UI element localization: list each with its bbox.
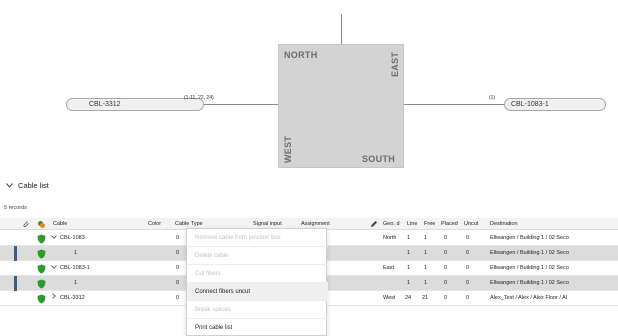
green-shield-icon [37, 249, 46, 259]
right-fiber-range: (1) [489, 95, 496, 101]
selection-bar [14, 246, 17, 261]
cell-geo: North [383, 235, 397, 241]
cell-destination: Ellwangen / Building 1 / 02 Seco [490, 235, 569, 241]
col-color[interactable]: Color [148, 218, 161, 230]
cable-list-toggle[interactable]: Cable list [6, 181, 49, 190]
cable-name: CBL-1083 [60, 235, 85, 241]
cell-line: 1 [407, 265, 411, 271]
cable-node-right[interactable]: CBL-1083-1 [504, 98, 606, 111]
col-line[interactable]: Line [407, 218, 417, 230]
cell-free: 1 [424, 280, 428, 286]
south-label: SOUTH [362, 154, 395, 164]
cell-placed: 0 [444, 265, 448, 271]
cell-uncut: 0 [466, 265, 470, 271]
cell-uncut: 0 [466, 235, 470, 241]
cell-line: 24 [405, 295, 412, 301]
attach-icon[interactable] [22, 218, 30, 230]
green-shield-icon [37, 294, 46, 304]
cell-color: 0 [176, 250, 180, 256]
chevron-down-icon [6, 181, 13, 190]
north-label: NORTH [284, 50, 318, 60]
chevron-right-icon[interactable] [52, 291, 56, 306]
closure-diagram: CBL-3312 (1-11, 22, 24) CBL-1083-1 (1) N… [0, 0, 618, 172]
cell-destination: Ellwangen / Building 1 / 02 Seco [490, 250, 569, 256]
cell-geo: East [383, 265, 395, 271]
cell-free: 1 [424, 265, 428, 271]
fiber-number: 1 [74, 250, 78, 256]
cable-name: CBL-3312 [60, 295, 85, 301]
cell-uncut: 0 [466, 280, 470, 286]
context-menu: Remove cable from junction box Delete ca… [186, 228, 328, 336]
cell-color: 0 [176, 235, 180, 241]
cell-placed: 0 [444, 280, 448, 286]
cable-name: CBL-1083-1 [60, 265, 90, 271]
col-cable[interactable]: Cable [53, 218, 67, 230]
section-title: Cable list [18, 181, 49, 190]
cell-line: 1 [407, 280, 411, 286]
green-shield-icon [37, 234, 46, 244]
col-placed[interactable]: Placed [441, 218, 463, 230]
cell-color: 0 [176, 265, 180, 271]
fiber-number: 1 [74, 280, 78, 286]
cell-destination: Ellwangen / Building 1 / 02 Seco [490, 280, 569, 286]
menu-item-delete-cable[interactable]: Delete cable [187, 247, 328, 265]
edit-icon[interactable] [370, 218, 378, 230]
cell-geo: West [383, 295, 396, 301]
cell-line: 1 [407, 250, 411, 256]
west-connector-line [204, 104, 278, 105]
east-label: EAST [390, 51, 400, 77]
cell-free: 1 [424, 250, 428, 256]
cell-free: 1 [424, 235, 428, 241]
green-shield-icon [37, 279, 46, 289]
cell-line: 1 [407, 235, 411, 241]
cell-placed: 0 [444, 235, 448, 241]
records-count: 5 records [4, 205, 27, 211]
menu-item-cut-fibers[interactable]: Cut fibers [187, 265, 328, 283]
menu-item-break-splices[interactable]: Break splices [187, 301, 328, 319]
cell-color: 0 [176, 280, 180, 286]
cell-placed: 0 [444, 250, 448, 256]
left-fiber-range: (1-11, 22, 24) [184, 95, 214, 101]
east-connector-line [404, 104, 504, 105]
chevron-down-icon[interactable] [51, 231, 57, 246]
cell-free: 21 [422, 295, 429, 301]
cell-placed: 0 [444, 295, 448, 301]
chevron-down-icon[interactable] [51, 261, 57, 276]
green-shield-icon [37, 264, 46, 274]
cell-destination: Ellwangen / Building 1 / 02 Seco [490, 265, 569, 271]
menu-item-print-cable-list[interactable]: Print cable list [187, 319, 328, 336]
col-free[interactable]: Free [424, 218, 435, 230]
col-destination[interactable]: Destination [490, 218, 518, 230]
menu-item-remove-cable[interactable]: Remove cable from junction box [187, 229, 328, 247]
col-geo[interactable]: Geo. d [383, 218, 405, 230]
col-uncut[interactable]: Uncut [464, 218, 486, 230]
cell-color: 0 [176, 295, 180, 301]
menu-item-connect-fibers-uncut[interactable]: Connect fibers uncut [187, 283, 328, 301]
west-label: WEST [283, 135, 293, 163]
layers-icon[interactable] [37, 218, 46, 230]
junction-box[interactable]: NORTH EAST WEST SOUTH [278, 44, 404, 168]
cell-uncut: 0 [466, 250, 470, 256]
cell-uncut: 0 [466, 295, 470, 301]
north-connector-line [341, 14, 342, 44]
selection-bar [14, 276, 17, 291]
cell-destination: Alex_Test / Alex / Alex Floor / Al [490, 295, 568, 301]
